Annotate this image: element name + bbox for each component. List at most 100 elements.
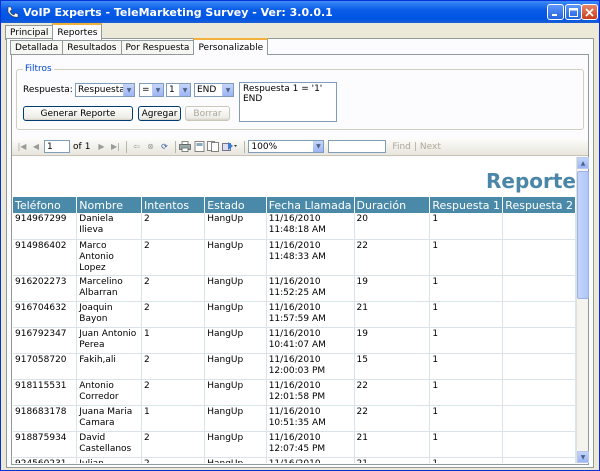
cell-respuesta-1: 1 xyxy=(429,275,504,302)
minimize-icon xyxy=(552,13,557,16)
next-link[interactable]: Next xyxy=(420,142,441,152)
maximize-button[interactable] xyxy=(565,4,582,20)
close-icon xyxy=(585,7,594,17)
zoom-select[interactable]: 100% ▼ xyxy=(248,140,325,153)
borrar-button[interactable]: Borrar xyxy=(185,106,230,121)
minimize-button[interactable] xyxy=(547,4,564,20)
cell-duracion: 22 xyxy=(354,379,431,406)
table-row[interactable]: 916792347 Juan Antonio Perea 1 HangUp 11/16/… xyxy=(13,327,576,354)
table-row[interactable]: 916202273 Marcelino Albarran 2 HangUp 11/16/… xyxy=(13,275,576,302)
find-input[interactable] xyxy=(328,140,387,153)
cell-telefono: 918115531 xyxy=(13,379,78,406)
cell-estado: HangUp xyxy=(204,405,267,432)
last-page-icon[interactable]: ▶| xyxy=(109,141,121,153)
cell-respuesta-2 xyxy=(502,239,576,276)
operator-select[interactable]: = ▼ xyxy=(139,83,164,97)
report-title: Reporte xyxy=(485,169,576,193)
print-icon[interactable] xyxy=(179,141,192,153)
cell-respuesta-2 xyxy=(502,213,576,240)
chevron-down-icon[interactable]: ▼ xyxy=(179,84,190,96)
scroll-down-icon[interactable]: ▼ xyxy=(577,451,589,463)
table-row[interactable]: 914986402 Marco Antonio Lopez 2 HangUp 11/16… xyxy=(13,239,576,276)
chevron-down-icon[interactable]: ▼ xyxy=(222,84,233,96)
tab-detallada[interactable]: Detallada xyxy=(10,40,64,55)
filter-expression-box[interactable]: Respuesta 1 = '1' END xyxy=(239,82,337,122)
tab-reportes[interactable]: Reportes xyxy=(52,23,103,40)
cell-estado: HangUp xyxy=(204,431,267,458)
cell-respuesta-1: 1 xyxy=(429,353,504,380)
application-window: VoIP Experts - TeleMarketing Survey - Ve… xyxy=(0,0,600,471)
value-select-value: 1 xyxy=(169,85,175,95)
generar-reporte-button[interactable]: Generar Reporte xyxy=(23,106,133,121)
chevron-down-icon[interactable]: ▼ xyxy=(152,84,163,96)
page-number-input[interactable]: 1 xyxy=(44,140,70,153)
cell-nombre: Juana Maria Camara xyxy=(76,405,143,432)
previous-page-icon[interactable]: ◀ xyxy=(30,141,42,153)
report-vertical-scrollbar[interactable]: ▲ ▼ xyxy=(576,157,589,463)
close-button[interactable] xyxy=(581,4,598,20)
scroll-thumb[interactable] xyxy=(577,171,589,299)
sub-tab-strip: Detallada Resultados Por Respuesta Perso… xyxy=(10,38,269,55)
next-page-icon[interactable]: ▶ xyxy=(95,141,107,153)
toolbar-separator xyxy=(244,140,246,153)
filtros-group: Filtros Respuesta: Respuesta 1 ▼ = ▼ 1 ▼… xyxy=(16,64,584,130)
tab-por-respuesta[interactable]: Por Respuesta xyxy=(120,40,195,55)
table-row[interactable]: 918115531 Antonio Corredor 2 HangUp 11/16/20… xyxy=(13,379,576,406)
reportes-panel: Detallada Resultados Por Respuesta Perso… xyxy=(6,38,594,468)
column-header-nombre[interactable]: Nombre xyxy=(76,197,143,213)
table-row[interactable]: 918683178 Juana Maria Camara 1 HangUp 11/16/… xyxy=(13,405,576,432)
stop-icon[interactable]: ⊗ xyxy=(144,141,156,153)
tab-resultados[interactable]: Resultados xyxy=(62,40,122,55)
cell-intentos: 1 xyxy=(141,405,206,432)
title-bar[interactable]: VoIP Experts - TeleMarketing Survey - Ve… xyxy=(1,1,599,23)
column-header-respuesta-1[interactable]: Respuesta 1 xyxy=(429,197,504,213)
column-header-intentos[interactable]: Intentos xyxy=(141,197,206,213)
cell-fecha-llamada: 11/16/2010 10:51:35 AM xyxy=(266,405,355,432)
refresh-icon[interactable]: ⟳ xyxy=(158,141,170,153)
cell-telefono: 916704632 xyxy=(13,301,78,328)
agregar-button[interactable]: Agregar xyxy=(138,106,181,121)
cell-telefono: 914967299 xyxy=(13,213,78,240)
cell-respuesta-1: 1 xyxy=(429,213,504,240)
cell-duracion: 22 xyxy=(354,239,431,276)
cell-intentos: 2 xyxy=(141,353,206,380)
column-header-estado[interactable]: Estado xyxy=(204,197,267,213)
back-icon[interactable]: ⇦ xyxy=(130,141,142,153)
respuesta-select[interactable]: Respuesta 1 ▼ xyxy=(75,83,135,97)
first-page-icon[interactable]: |◀ xyxy=(16,141,28,153)
tab-personalizable[interactable]: Personalizable xyxy=(193,38,269,55)
chevron-down-icon[interactable]: ▼ xyxy=(123,84,134,96)
cell-duracion: 21 xyxy=(354,301,431,328)
column-header-duracion[interactable]: Duración xyxy=(354,197,431,213)
export-icon[interactable] xyxy=(221,141,239,153)
scroll-up-icon[interactable]: ▲ xyxy=(577,157,589,169)
phone-app-icon xyxy=(5,5,19,19)
table-row[interactable]: 914967299 Daniela Ilieva 2 HangUp 11/16/2010… xyxy=(13,213,576,240)
table-row[interactable]: 916704632 Joaquin Bayon 2 HangUp 11/16/2010 1… xyxy=(13,301,576,328)
cell-respuesta-2 xyxy=(502,405,576,432)
cell-fecha-llamada: 11/16/2010 11:52:25 AM xyxy=(266,275,355,302)
end-select-value: END xyxy=(197,85,217,95)
table-row[interactable]: 917058720 Fakih,ali 2 HangUp 11/16/2010 12:00… xyxy=(13,353,576,380)
filtros-label: Filtros xyxy=(23,64,54,74)
cell-fecha-date: 11/16/2010 xyxy=(268,432,321,443)
find-link[interactable]: Find xyxy=(392,142,410,152)
table-row[interactable]: 924560231Julian Gonzalez2HangUp11/16/201… xyxy=(13,457,576,463)
cell-respuesta-1: 1 xyxy=(429,405,504,432)
cell-fecha-llamada: 11/16/2010 11:48:18 AM xyxy=(266,213,355,240)
chevron-down-icon[interactable]: ▼ xyxy=(313,141,324,152)
cell-fecha-date: 11/16/2010 xyxy=(268,328,321,339)
cell-nombre: Marcelino Albarran xyxy=(76,275,143,302)
column-header-telefono[interactable]: Teléfono xyxy=(13,197,78,213)
value-select[interactable]: 1 ▼ xyxy=(166,83,191,97)
column-header-respuesta-2[interactable]: Respuesta 2 xyxy=(502,197,576,213)
end-select[interactable]: END ▼ xyxy=(194,83,234,97)
page-setup-icon[interactable] xyxy=(207,141,220,153)
print-layout-icon[interactable] xyxy=(193,141,205,153)
cell-fecha-llamada: 11/16/2010 10:41:07 AM xyxy=(266,327,355,354)
column-header-fecha-llamada[interactable]: Fecha Llamada xyxy=(266,197,355,213)
cell-respuesta-1: 1 xyxy=(429,379,504,406)
cell-telefono: 924560231 xyxy=(13,457,78,463)
table-row[interactable]: 918875934 David Castellanos 2 HangUp 11/16/2… xyxy=(13,431,576,458)
cell-duracion: 21 xyxy=(354,457,431,463)
